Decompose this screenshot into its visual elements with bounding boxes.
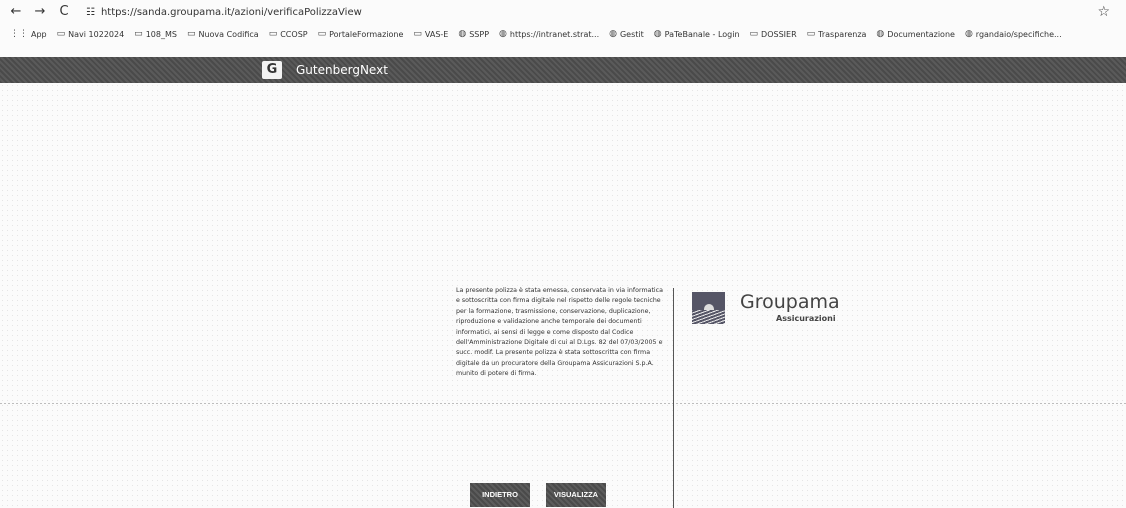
bookmark-label: App bbox=[31, 29, 47, 39]
groupama-logo-icon bbox=[692, 292, 725, 324]
app-title: GutenbergNext bbox=[296, 63, 388, 77]
globe-icon: ◍ bbox=[964, 29, 973, 39]
bookmark-item[interactable]: ▭ Navi 1022024 bbox=[57, 29, 125, 39]
globe-icon: ◍ bbox=[458, 29, 467, 39]
bookmark-item[interactable]: ◍ Gestit bbox=[609, 29, 644, 39]
bookmark-label: DOSSIER bbox=[761, 29, 797, 39]
bookmark-label: 108_MS bbox=[145, 29, 177, 39]
apps-icon: ⋮⋮ bbox=[10, 29, 28, 39]
bookmark-label: CCOSP bbox=[280, 29, 308, 39]
site-info-icon[interactable]: ☷ bbox=[86, 7, 95, 18]
separator-line bbox=[0, 403, 1126, 404]
bookmark-label: Documentazione bbox=[887, 29, 955, 39]
bookmark-item[interactable]: ◍ SSPP bbox=[458, 29, 489, 39]
bookmark-label: PaTeBanale - Login bbox=[664, 29, 740, 39]
bookmark-item[interactable]: ▭ VAS-E bbox=[413, 29, 448, 39]
brand-name: Groupama bbox=[740, 291, 840, 313]
bookmark-item[interactable]: ▭ Trasparenza bbox=[807, 29, 867, 39]
bookmark-label: https://intranet.strat... bbox=[509, 29, 600, 39]
bookmark-label: VAS-E bbox=[424, 29, 449, 39]
bookmark-item[interactable]: ▭ 108_MS bbox=[134, 29, 177, 39]
back-arrow-icon[interactable]: ← bbox=[8, 4, 24, 20]
bookmark-item[interactable]: ◍ Documentazione bbox=[876, 29, 955, 39]
bookmark-label: PortaleFormazione bbox=[329, 29, 404, 39]
reload-icon[interactable]: C bbox=[56, 4, 72, 20]
bookmark-item[interactable]: ▭ CCOSP bbox=[269, 29, 308, 39]
folder-icon: ▭ bbox=[186, 29, 196, 39]
forward-arrow-icon[interactable]: → bbox=[32, 4, 48, 20]
bookmark-item[interactable]: ▭ DOSSIER bbox=[750, 29, 797, 39]
folder-icon: ▭ bbox=[56, 29, 66, 39]
bookmark-item[interactable]: ⋮⋮ App bbox=[10, 29, 47, 39]
folder-icon: ▭ bbox=[134, 29, 143, 39]
bookmark-item[interactable]: ▭ Nuova Codifica bbox=[187, 29, 259, 39]
folder-icon: ▭ bbox=[806, 29, 816, 39]
bookmark-item[interactable]: ◍ https://intranet.strat... bbox=[499, 29, 599, 39]
view-button[interactable]: VISUALIZZA bbox=[546, 483, 606, 507]
browser-toolbar: ← → C ☷ https://sanda.groupama.it/azioni… bbox=[0, 0, 1126, 24]
app-logo: G bbox=[262, 61, 282, 79]
bookmark-item[interactable]: ▭ PortaleFormazione bbox=[318, 29, 404, 39]
bookmark-label: Navi 1022024 bbox=[68, 29, 125, 39]
bookmark-label: Nuova Codifica bbox=[198, 29, 259, 39]
app-header: G GutenbergNext bbox=[0, 57, 1126, 83]
globe-icon: ◍ bbox=[609, 29, 617, 39]
folder-icon: ▭ bbox=[413, 29, 422, 39]
bookmark-item[interactable]: ◍ PaTeBanale - Login bbox=[654, 29, 740, 39]
globe-icon: ◍ bbox=[876, 29, 885, 39]
globe-icon: ◍ bbox=[653, 29, 662, 39]
globe-icon: ◍ bbox=[499, 29, 507, 39]
folder-icon: ▭ bbox=[317, 29, 327, 39]
address-bar[interactable]: ☷ https://sanda.groupama.it/azioni/verif… bbox=[86, 7, 362, 18]
bookmark-label: SSPP bbox=[469, 29, 490, 39]
bookmark-star-icon[interactable]: ☆ bbox=[1097, 4, 1110, 20]
bookmark-label: Gestit bbox=[619, 29, 644, 39]
bookmark-item[interactable]: ◍ rgandaio/specifiche... bbox=[965, 29, 1062, 39]
field-shape bbox=[692, 310, 725, 324]
folder-icon: ▭ bbox=[749, 29, 759, 39]
bookmarks-bar: ⋮⋮ App ▭ Navi 1022024 ▭ 108_MS ▭ Nuova Codifica… bbox=[0, 24, 1126, 44]
url-text: https://sanda.groupama.it/azioni/verific… bbox=[100, 6, 362, 18]
brand-subtitle: Assicurazioni bbox=[776, 314, 836, 323]
digital-signature-notice: La presente polizza è stata emessa, cons… bbox=[456, 287, 663, 378]
folder-icon: ▭ bbox=[268, 29, 278, 39]
bookmark-label: rgandaio/specifiche... bbox=[975, 29, 1062, 39]
bookmark-label: Trasparenza bbox=[818, 29, 867, 39]
back-button[interactable]: INDIETRO bbox=[470, 483, 530, 507]
vertical-divider bbox=[673, 288, 674, 508]
